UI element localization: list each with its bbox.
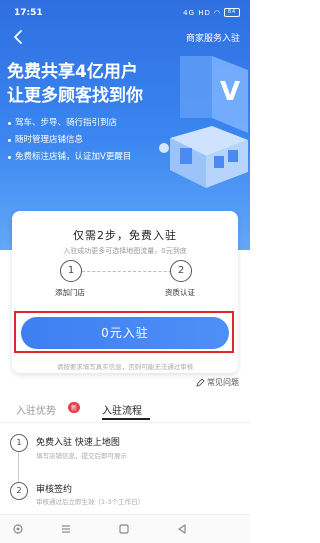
disclaimer-text: 请按要求填写真实信息，否则可能无法通过审核 xyxy=(56,363,194,371)
faq-link[interactable]: 常见问题 xyxy=(196,377,239,388)
back-triangle-icon[interactable] xyxy=(176,523,188,535)
benefit-bullets: 驾车、步导、骑行指引到店 随时管理店铺信息 免费标注店铺，认证加V更醒目 xyxy=(8,115,131,166)
step-1-circle: 1 xyxy=(60,260,82,282)
benefit-item: 免费标注店铺，认证加V更醒目 xyxy=(8,149,131,166)
top-nav: 商家服务入驻 xyxy=(0,26,250,50)
step-2-circle: 2 xyxy=(170,260,192,282)
network-indicator: 4G HD xyxy=(183,8,211,17)
wifi-icon: ◠ xyxy=(213,8,221,17)
hero-headline: 免费共享4亿用户 让更多顾客找到你 xyxy=(7,60,143,108)
tab-process[interactable]: 入驻流程 xyxy=(102,402,142,417)
step-1-label: 添加门店 xyxy=(55,288,85,297)
card-title: 仅需2步，免费入驻 xyxy=(73,229,177,242)
timeline-step-1: 1 xyxy=(10,434,28,452)
tab-benefits[interactable]: 入驻优势 xyxy=(16,402,56,417)
battery-icon: 84 xyxy=(224,8,240,17)
faq-label: 常见问题 xyxy=(207,378,239,387)
new-badge: 新 xyxy=(68,402,81,413)
merchant-service-link[interactable]: 商家服务入驻 xyxy=(186,31,240,44)
timeline-subtitle-2: 审核通过后立即生效（1-3个工作日） xyxy=(36,498,145,506)
home-square-icon[interactable] xyxy=(118,523,130,535)
free-join-button[interactable]: 0元入驻 xyxy=(21,317,229,349)
timeline-title-2: 审核签约 xyxy=(36,485,73,495)
card-subtitle: 入驻成功更多可选择地图流量，0元到底 xyxy=(63,247,187,255)
timeline-title-1: 免费入驻 快速上地图 xyxy=(36,438,120,448)
benefit-item: 驾车、步导、骑行指引到店 xyxy=(8,115,131,132)
status-bar: 17:51 4G HD ◠ 84 xyxy=(0,0,250,26)
system-navigation-bar xyxy=(0,514,250,543)
headline-line-1: 免费共享4亿用户 xyxy=(7,62,138,82)
timeline-step-2: 2 xyxy=(10,482,28,500)
settings-icon[interactable] xyxy=(12,523,24,535)
status-indicators: 4G HD ◠ 84 xyxy=(183,8,240,17)
timeline-subtitle-1: 填写店铺信息，提交后即可展示 xyxy=(36,452,127,460)
step-2-label: 资质认证 xyxy=(165,288,195,297)
storefront-map-illustration: V xyxy=(159,56,248,188)
active-tab-indicator xyxy=(102,418,150,420)
edit-icon xyxy=(196,378,205,387)
back-chevron-icon[interactable] xyxy=(10,28,28,46)
status-time: 17:51 xyxy=(14,8,43,18)
timeline-connector xyxy=(18,452,19,482)
svg-text:V: V xyxy=(220,77,240,107)
benefit-item: 随时管理店铺信息 xyxy=(8,132,131,149)
menu-icon[interactable] xyxy=(60,523,72,535)
tab-bar: 入驻优势 新 入驻流程 xyxy=(0,396,250,423)
headline-line-2: 让更多顾客找到你 xyxy=(7,86,143,106)
